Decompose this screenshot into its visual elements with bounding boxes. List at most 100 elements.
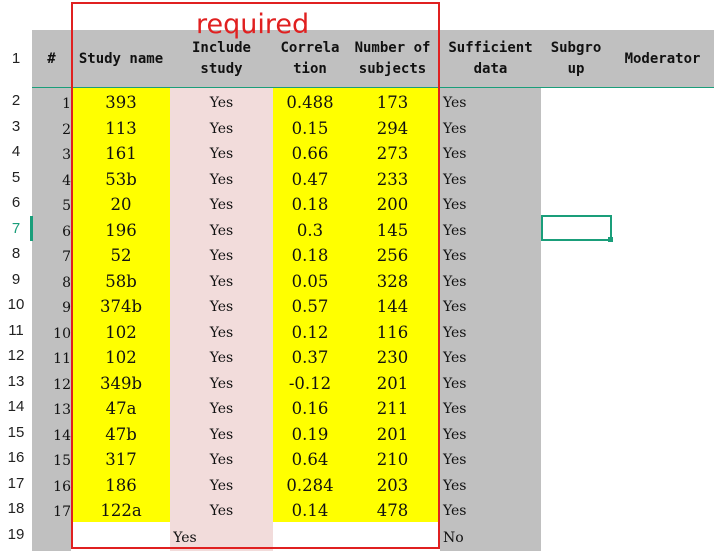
cell-study-name[interactable]: 102 xyxy=(72,320,170,346)
cell-correlation[interactable]: 0.19 xyxy=(273,422,347,448)
cell-study-name[interactable]: 47a xyxy=(72,396,170,422)
cell-number-of-subjects[interactable]: 144 xyxy=(347,294,438,320)
cell-correlation[interactable]: 0.15 xyxy=(273,116,347,142)
cell-correlation[interactable]: 0.12 xyxy=(273,320,347,346)
cell-study-name[interactable]: 196 xyxy=(72,218,170,244)
fill-handle[interactable] xyxy=(608,237,613,242)
cell-correlation[interactable]: 0.66 xyxy=(273,141,347,167)
cell-include-study[interactable]: Yes xyxy=(170,269,273,295)
cell-index[interactable]: 8 xyxy=(32,269,71,295)
row-number-14[interactable]: 14 xyxy=(0,394,32,420)
cell-sufficient-data[interactable]: Yes xyxy=(440,473,503,499)
cell-study-name[interactable]: 374b xyxy=(72,294,170,320)
cell-correlation[interactable]: 0.18 xyxy=(273,192,347,218)
cell-index[interactable]: 16 xyxy=(32,473,71,499)
cell-correlation[interactable]: 0.3 xyxy=(273,218,347,244)
row-number-2[interactable]: 2 xyxy=(0,88,32,114)
cell-study-name[interactable]: 186 xyxy=(72,473,170,499)
cell-sufficient-data[interactable]: Yes xyxy=(440,218,503,244)
cell-index[interactable]: 12 xyxy=(32,371,71,397)
cell-study-name[interactable]: 53b xyxy=(72,167,170,193)
row-number-8[interactable]: 8 xyxy=(0,241,32,267)
cell-sufficient-data[interactable]: Yes xyxy=(440,320,503,346)
row-number-18[interactable]: 18 xyxy=(0,496,32,522)
cell-include-study[interactable]: Yes xyxy=(170,167,273,193)
cell-number-of-subjects[interactable]: 230 xyxy=(347,345,438,371)
cell-sufficient-data[interactable]: Yes xyxy=(440,371,503,397)
cell-index[interactable]: 14 xyxy=(32,422,71,448)
cell-study-name[interactable]: 58b xyxy=(72,269,170,295)
cell-include-study[interactable]: Yes xyxy=(170,141,273,167)
cell-include-study[interactable]: Yes xyxy=(170,294,273,320)
row-number-4[interactable]: 4 xyxy=(0,139,32,165)
cell-number-of-subjects[interactable]: 256 xyxy=(347,243,438,269)
cell-index[interactable]: 11 xyxy=(32,345,71,371)
row-number-10[interactable]: 10 xyxy=(0,292,32,318)
cell-index[interactable]: 2 xyxy=(32,116,71,142)
row-number-5[interactable]: 5 xyxy=(0,165,32,191)
cell-number-of-subjects[interactable]: 145 xyxy=(347,218,438,244)
cell-index[interactable]: 6 xyxy=(32,218,71,244)
cell-number-of-subjects[interactable]: 328 xyxy=(347,269,438,295)
cell-correlation[interactable]: 0.16 xyxy=(273,396,347,422)
cell-study-name[interactable]: 102 xyxy=(72,345,170,371)
row-number-13[interactable]: 13 xyxy=(0,369,32,395)
cell-index[interactable]: 1 xyxy=(32,90,71,116)
cell-correlation[interactable]: 0.14 xyxy=(273,498,347,524)
cell-number-of-subjects[interactable]: 201 xyxy=(347,371,438,397)
cell-index[interactable]: 13 xyxy=(32,396,71,422)
cell-study-name[interactable]: 122a xyxy=(72,498,170,524)
cell-index[interactable]: 9 xyxy=(32,294,71,320)
cell-number-of-subjects[interactable]: 273 xyxy=(347,141,438,167)
cell-correlation[interactable]: 0.47 xyxy=(273,167,347,193)
cell-number-of-subjects[interactable]: 173 xyxy=(347,90,438,116)
cell-sufficient-data[interactable]: Yes xyxy=(440,167,503,193)
cell-study-name[interactable]: 349b xyxy=(72,371,170,397)
cell-number-of-subjects[interactable]: 116 xyxy=(347,320,438,346)
cell-include-study[interactable]: Yes xyxy=(170,243,273,269)
row-number-16[interactable]: 16 xyxy=(0,445,32,471)
row-number-17[interactable]: 17 xyxy=(0,471,32,497)
cell-sufficient-data[interactable]: Yes xyxy=(440,243,503,269)
cell-sufficient-data[interactable]: Yes xyxy=(440,192,503,218)
cell-sufficient-data[interactable]: Yes xyxy=(440,116,503,142)
cell-correlation[interactable]: 0.488 xyxy=(273,90,347,116)
header-subgroup[interactable]: Subgro up xyxy=(541,30,611,88)
cell-number-of-subjects[interactable]: 233 xyxy=(347,167,438,193)
header-index[interactable]: # xyxy=(32,30,71,88)
cell-sufficient-data[interactable]: Yes xyxy=(440,90,503,116)
row-number-11[interactable]: 11 xyxy=(0,318,32,344)
cell-correlation[interactable]: -0.12 xyxy=(273,371,347,397)
cell-index[interactable]: 5 xyxy=(32,192,71,218)
row-number-3[interactable]: 3 xyxy=(0,114,32,140)
cell-study-name[interactable]: 393 xyxy=(72,90,170,116)
cell-sufficient-data[interactable]: Yes xyxy=(440,269,503,295)
cell-index[interactable]: 15 xyxy=(32,447,71,473)
cell-include-study[interactable]: Yes xyxy=(170,473,273,499)
cell-correlation[interactable]: 0.05 xyxy=(273,269,347,295)
cell-number-of-subjects[interactable]: 294 xyxy=(347,116,438,142)
row-number-15[interactable]: 15 xyxy=(0,420,32,446)
cell-correlation[interactable]: 0.284 xyxy=(273,473,347,499)
cell-index[interactable]: 3 xyxy=(32,141,71,167)
cell-number-of-subjects[interactable]: 211 xyxy=(347,396,438,422)
row-number-19[interactable]: 19 xyxy=(0,522,32,548)
cell-sufficient-data[interactable]: Yes xyxy=(440,294,503,320)
cell-correlation[interactable]: 0.57 xyxy=(273,294,347,320)
cell-include-study[interactable]: Yes xyxy=(170,371,273,397)
cell-study-name[interactable]: 20 xyxy=(72,192,170,218)
cell-study-name[interactable]: 161 xyxy=(72,141,170,167)
cell-number-of-subjects[interactable]: 478 xyxy=(347,498,438,524)
cell-sufficient-data[interactable]: Yes xyxy=(440,498,503,524)
cell-number-of-subjects[interactable]: 203 xyxy=(347,473,438,499)
header-sufficient-data[interactable]: Sufficient data xyxy=(440,30,541,88)
cell-include-study[interactable]: Yes xyxy=(170,320,273,346)
header-moderator[interactable]: Moderator xyxy=(611,30,714,88)
cell-sufficient-data[interactable]: Yes xyxy=(440,422,503,448)
cell-number-of-subjects[interactable]: 200 xyxy=(347,192,438,218)
row-number-6[interactable]: 6 xyxy=(0,190,32,216)
cell-sufficient-data[interactable]: Yes xyxy=(440,396,503,422)
cell-number-of-subjects[interactable]: 201 xyxy=(347,422,438,448)
cell-include-study[interactable]: Yes xyxy=(170,116,273,142)
cell-include-study[interactable]: Yes xyxy=(170,345,273,371)
